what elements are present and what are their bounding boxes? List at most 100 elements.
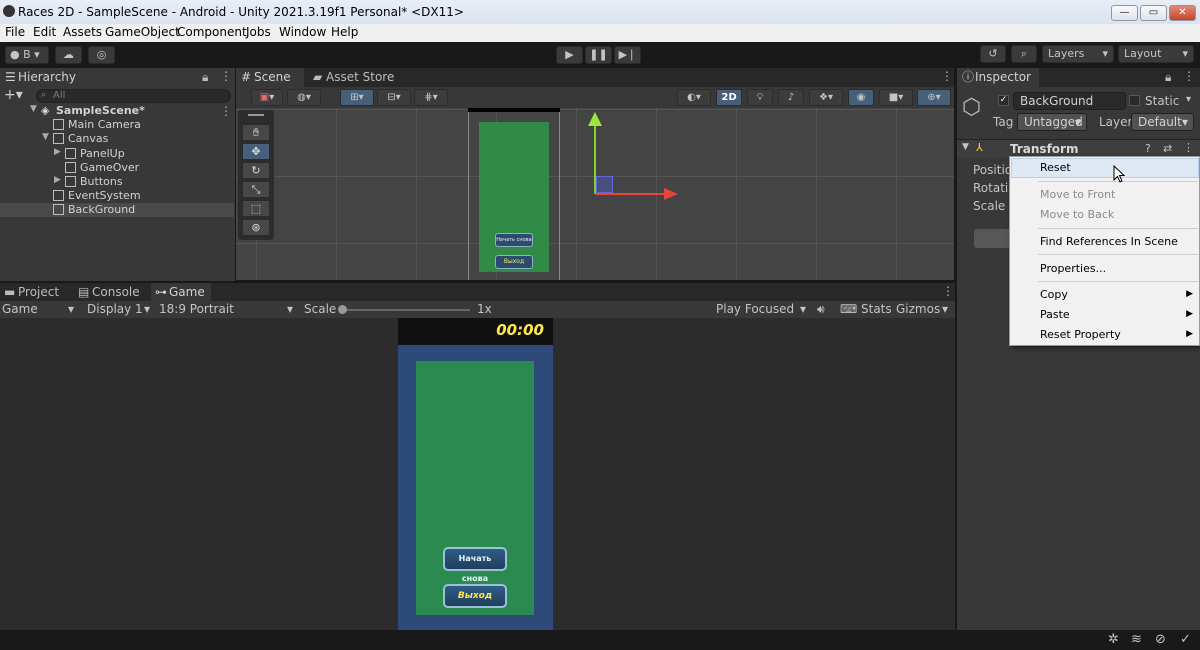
expand-arrow-icon[interactable]: ▼ [42, 132, 49, 142]
aspect-dropdown[interactable]: 18:9 Portrait ▾ [159, 301, 299, 318]
mode-2d-toggle[interactable]: 2D [716, 89, 742, 106]
x-axis-gizmo[interactable] [595, 193, 667, 195]
hand-tool[interactable]: ✋︎ [242, 124, 270, 141]
xy-plane-handle[interactable] [596, 176, 613, 193]
menu-assets[interactable]: Assets [63, 25, 102, 39]
tab-scene[interactable]: # Scene [236, 68, 304, 87]
menu-gameobject[interactable]: GameObject [105, 25, 180, 39]
game-view-dropdown[interactable]: Game ▾ [2, 301, 78, 318]
step-button[interactable]: ▶❘ [614, 46, 641, 64]
add-component-button[interactable] [974, 229, 1014, 248]
menu-help[interactable]: Help [331, 25, 358, 39]
collab-icon[interactable]: ◎ [88, 46, 115, 64]
global-view-dropdown[interactable]: ◍▾ [287, 89, 321, 106]
mute-audio-icon[interactable]: 🔊︎ [817, 301, 825, 318]
hierarchy-search-input[interactable]: ⌕ All [36, 89, 231, 103]
menu-item-paste[interactable]: Paste [1040, 308, 1070, 321]
stats-toggle[interactable]: Stats [861, 301, 892, 318]
progress-check-icon[interactable]: ✓ [1180, 632, 1191, 647]
scale-slider-handle[interactable] [338, 305, 347, 314]
menu-file[interactable]: File [5, 25, 25, 39]
scene-more-icon[interactable]: ⋮ [941, 69, 953, 83]
expand-arrow-icon[interactable]: ▼ [30, 104, 37, 114]
inspector-lock-icon[interactable]: 🔒︎ [1165, 70, 1171, 85]
component-more-icon[interactable]: ⋮ [1183, 141, 1194, 154]
scale-tool[interactable]: ⤡ [242, 181, 270, 198]
game-gizmos-dropdown[interactable]: Gizmos ▾ [896, 301, 954, 318]
debug-icon[interactable]: ✲ [1108, 632, 1119, 647]
move-tool[interactable]: ✥ [242, 143, 270, 160]
grid-visibility-dropdown[interactable]: ⋕▾ [414, 89, 448, 106]
menu-window[interactable]: Window [279, 25, 326, 39]
display-dropdown[interactable]: Display 1 ▾ [87, 301, 155, 318]
pause-button[interactable]: ❚❚ [585, 46, 612, 64]
snap-increment-dropdown[interactable]: ⊟▾ [377, 89, 411, 106]
exit-button[interactable]: Выход [443, 584, 507, 608]
layers-dropdown[interactable]: Layers ▾ [1042, 45, 1114, 63]
tab-game[interactable]: ⊶ Game [151, 283, 211, 302]
cloud-icon[interactable]: ☁ [55, 46, 82, 64]
hierarchy-item-buttons[interactable]: ▶ Buttons [0, 175, 234, 189]
inspector-more-icon[interactable]: ⋮ [1183, 69, 1195, 83]
close-button[interactable]: ✕ [1169, 5, 1196, 21]
menu-item-reset-property[interactable]: Reset Property [1040, 328, 1121, 341]
lock-icon[interactable]: 🔒︎ [202, 70, 208, 85]
hierarchy-item-samplescene[interactable]: ▼ ◈ SampleScene* ⋮ [0, 104, 234, 118]
hierarchy-item-eventsystem[interactable]: EventSystem [0, 189, 234, 203]
minimize-button[interactable]: — [1111, 5, 1138, 21]
menu-jobs[interactable]: Jobs [246, 25, 271, 39]
add-object-button[interactable]: +▾ [4, 87, 23, 103]
tab-asset-store[interactable]: ▰ Asset Store [308, 68, 398, 87]
static-dropdown-icon[interactable]: ▾ [1186, 94, 1191, 105]
gizmos-dropdown[interactable]: ⊕▾ [917, 89, 951, 106]
palette-grip-icon[interactable] [248, 114, 264, 116]
menu-item-copy[interactable]: Copy [1040, 288, 1068, 301]
hierarchy-item-canvas[interactable]: ▼ Canvas [0, 132, 234, 146]
scale-slider[interactable] [340, 309, 470, 311]
game-viewport[interactable]: 00:00 Начать снова Выход [0, 318, 955, 630]
menu-item-properties[interactable]: Properties... [1040, 262, 1106, 275]
static-checkbox[interactable] [1129, 95, 1140, 106]
menu-item-find-references[interactable]: Find References In Scene [1040, 235, 1178, 248]
history-icon[interactable]: ↺ [980, 45, 1006, 63]
maximize-button[interactable]: ▭ [1140, 5, 1167, 21]
more-options-icon[interactable]: ⋮ [220, 69, 232, 83]
account-dropdown[interactable]: ● B ▾ [5, 46, 49, 64]
tab-project[interactable]: ▬ Project [0, 283, 72, 302]
tab-console[interactable]: ▤ Console [74, 283, 148, 302]
search-icon[interactable]: ⌕ [1011, 45, 1037, 63]
grid-snap-dropdown[interactable]: ⊞▾ [340, 89, 374, 106]
menu-item-reset[interactable]: Reset [1040, 161, 1071, 174]
play-button[interactable]: ▶ [556, 46, 583, 64]
scene-options-icon[interactable]: ⋮ [220, 104, 232, 118]
layout-dropdown[interactable]: Layout ▾ [1118, 45, 1194, 63]
x-arrow-icon[interactable] [664, 188, 678, 200]
y-arrow-icon[interactable] [588, 112, 602, 126]
active-checkbox[interactable]: ✓ [998, 95, 1009, 106]
tag-dropdown[interactable]: Untagged ▾ [1017, 113, 1087, 131]
hierarchy-item-panelup[interactable]: ▶ PanelUp [0, 147, 234, 161]
menu-component[interactable]: Component [177, 25, 247, 39]
game-more-icon[interactable]: ⋮ [942, 284, 954, 298]
collapse-arrow-icon[interactable]: ▶ [54, 175, 61, 185]
scene-viewport[interactable]: Начать снова Выход ✋︎ ✥ ↻ ⤡ ⬚ ⊛ [236, 108, 954, 280]
presets-icon[interactable]: ⇄ [1163, 142, 1172, 155]
hierarchy-item-main-camera[interactable]: Main Camera [0, 118, 234, 132]
effects-dropdown[interactable]: ❖▾ [809, 89, 843, 106]
foldout-arrow-icon[interactable]: ▼ [962, 142, 969, 152]
tab-inspector[interactable]: ⓘ Inspector [957, 68, 1039, 87]
visibility-toggle[interactable]: ◉ [848, 89, 874, 106]
restart-button[interactable]: Начать снова [443, 547, 507, 583]
collapse-arrow-icon[interactable]: ▶ [54, 147, 61, 157]
audio-toggle[interactable]: ♪ [778, 89, 804, 106]
help-icon[interactable]: ? [1145, 142, 1151, 155]
menu-edit[interactable]: Edit [33, 25, 56, 39]
hierarchy-item-background[interactable]: BackGround [0, 203, 234, 217]
object-name-field[interactable]: BackGround [1013, 92, 1126, 110]
rotate-tool[interactable]: ↻ [242, 162, 270, 179]
layer-dropdown[interactable]: Default ▾ [1131, 113, 1194, 131]
tab-hierarchy[interactable]: ☰ Hierarchy [0, 68, 235, 87]
lighting-toggle[interactable]: 💡︎ [747, 89, 773, 106]
draw-mode-dropdown[interactable]: ▣▾ [251, 89, 283, 106]
transform-tool[interactable]: ⊛ [242, 219, 270, 236]
